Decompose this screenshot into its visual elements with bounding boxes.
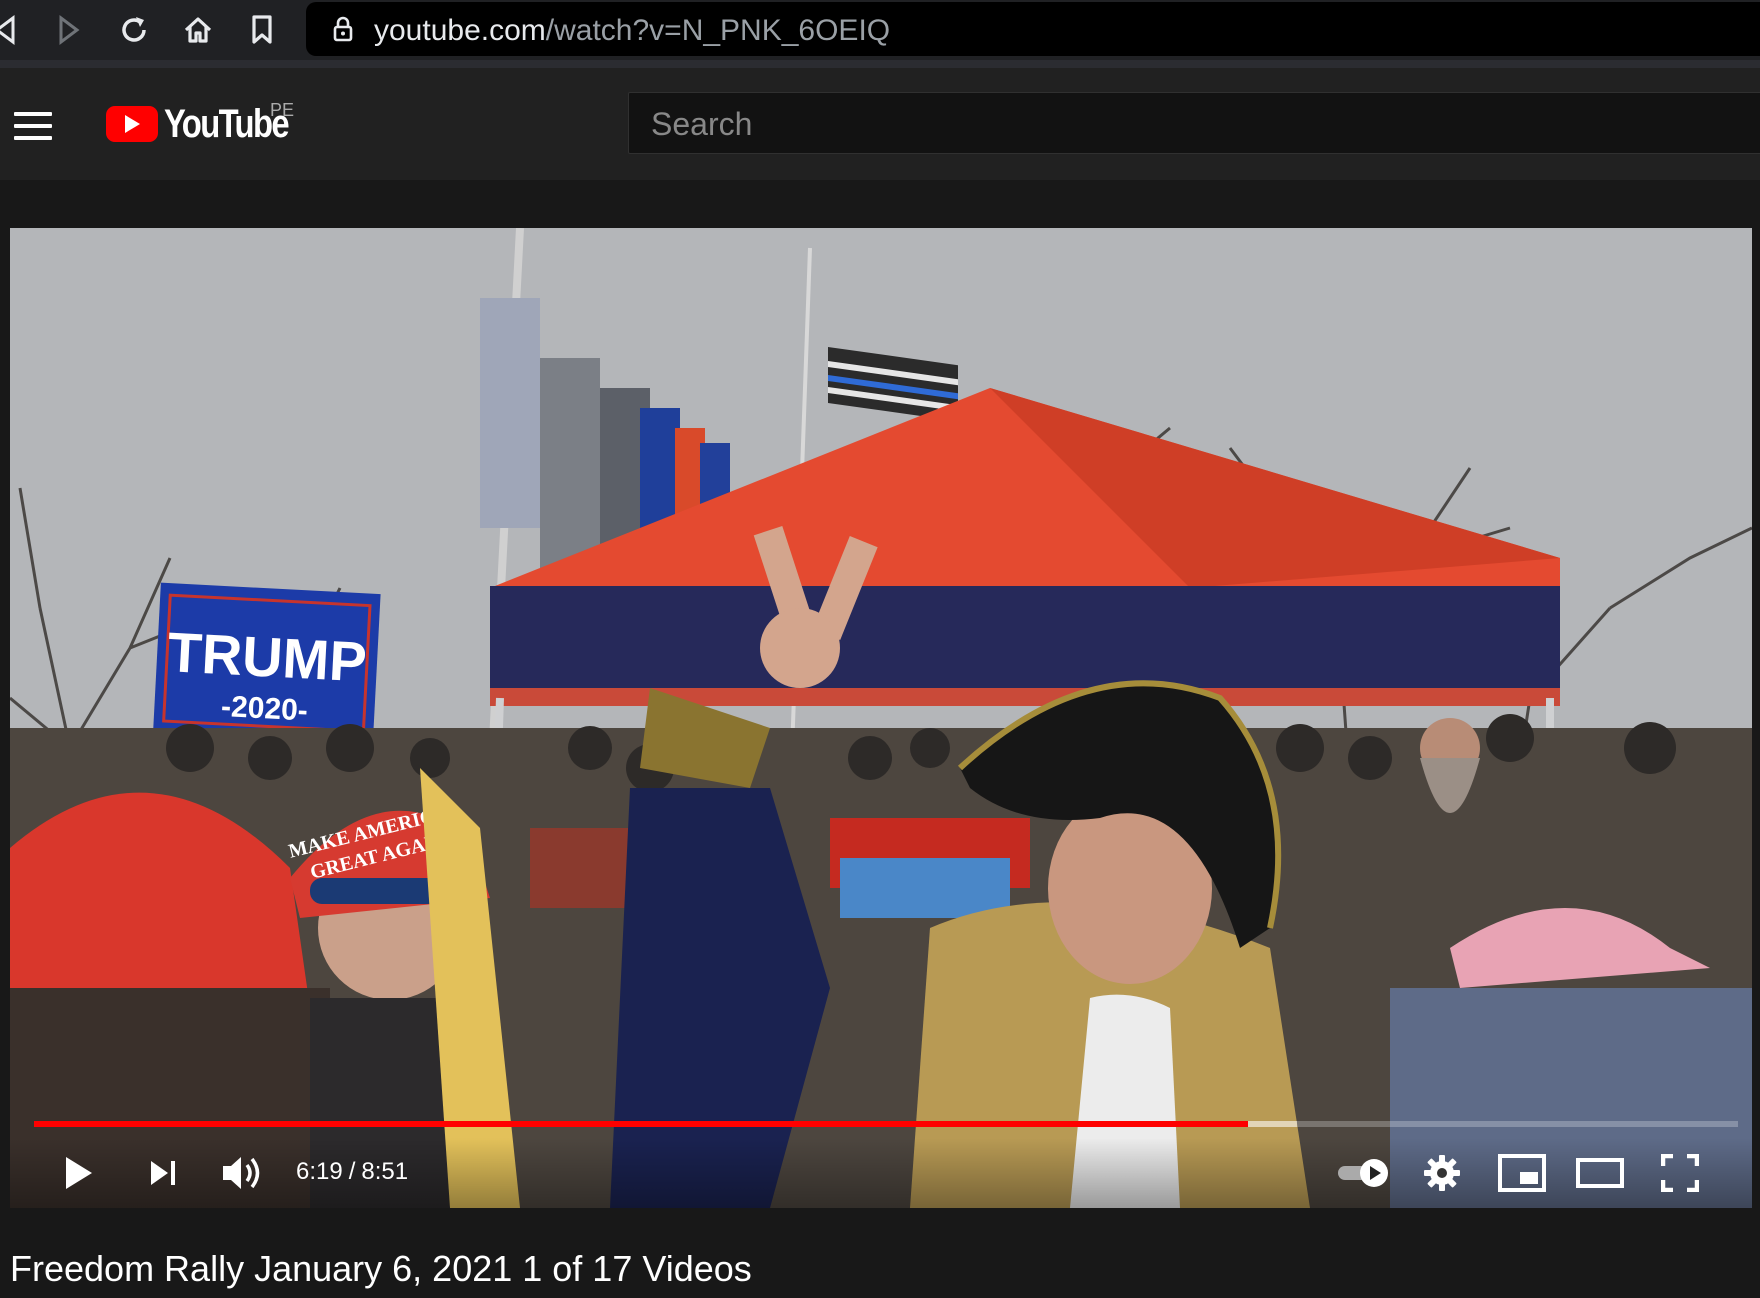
player-controls: 6:19/8:51	[10, 1138, 1752, 1208]
video-frame: TRUMP -2020- MAKE AMERICA GREAT AGAIN	[10, 228, 1752, 1208]
current-time: 6:19	[296, 1158, 343, 1185]
address-bar[interactable]: youtube.com/watch?v=N_PNK_6OEIQ	[306, 2, 1760, 56]
country-code: PE	[270, 100, 295, 120]
url-path: /watch?v=N_PNK_6OEIQ	[545, 14, 891, 47]
menu-icon[interactable]	[14, 112, 52, 148]
progress-played	[34, 1121, 1249, 1127]
gear-icon	[1424, 1155, 1460, 1191]
next-icon	[151, 1161, 175, 1185]
next-button[interactable]	[138, 1138, 188, 1208]
time-display: 6:19/8:51	[296, 1158, 408, 1186]
back-icon[interactable]	[0, 12, 22, 48]
search-input[interactable]	[649, 93, 1653, 155]
volume-icon	[223, 1157, 260, 1189]
duration: 8:51	[361, 1158, 409, 1185]
video-title: Freedom Rally January 6, 2021 1 of 17 Vi…	[10, 1248, 752, 1289]
youtube-masthead: YouTube PE	[0, 68, 1760, 180]
browser-toolbar: youtube.com/watch?v=N_PNK_6OEIQ	[0, 0, 1760, 68]
youtube-play-logo-icon	[106, 106, 158, 142]
autoplay-icon	[1338, 1159, 1388, 1187]
reload-icon[interactable]	[116, 12, 152, 48]
progress-bar[interactable]	[34, 1121, 1738, 1127]
search-box	[628, 92, 1760, 155]
fullscreen-button[interactable]	[1652, 1138, 1708, 1208]
miniplayer-button[interactable]	[1494, 1138, 1550, 1208]
play-icon	[66, 1157, 92, 1189]
theater-icon	[1576, 1158, 1624, 1188]
url-host: youtube.com	[374, 14, 546, 47]
forward-icon[interactable]	[52, 12, 88, 48]
time-separator: /	[348, 1158, 356, 1185]
play-button[interactable]	[52, 1138, 106, 1208]
settings-button[interactable]	[1414, 1138, 1470, 1208]
sign-text-main: TRUMP	[166, 620, 368, 693]
autoplay-toggle[interactable]	[1332, 1138, 1396, 1208]
sign-text-year: -2020-	[220, 690, 308, 727]
home-icon[interactable]	[180, 12, 216, 48]
theater-mode-button[interactable]	[1572, 1138, 1628, 1208]
video-player[interactable]: TRUMP -2020- MAKE AMERICA GREAT AGAIN 6:…	[10, 228, 1752, 1208]
volume-button[interactable]	[218, 1138, 268, 1208]
fullscreen-icon	[1661, 1154, 1699, 1192]
url-text: youtube.com/watch?v=N_PNK_6OEIQ	[374, 14, 890, 48]
miniplayer-icon	[1498, 1154, 1546, 1192]
bookmark-icon[interactable]	[244, 12, 280, 48]
lock-icon	[332, 16, 354, 47]
